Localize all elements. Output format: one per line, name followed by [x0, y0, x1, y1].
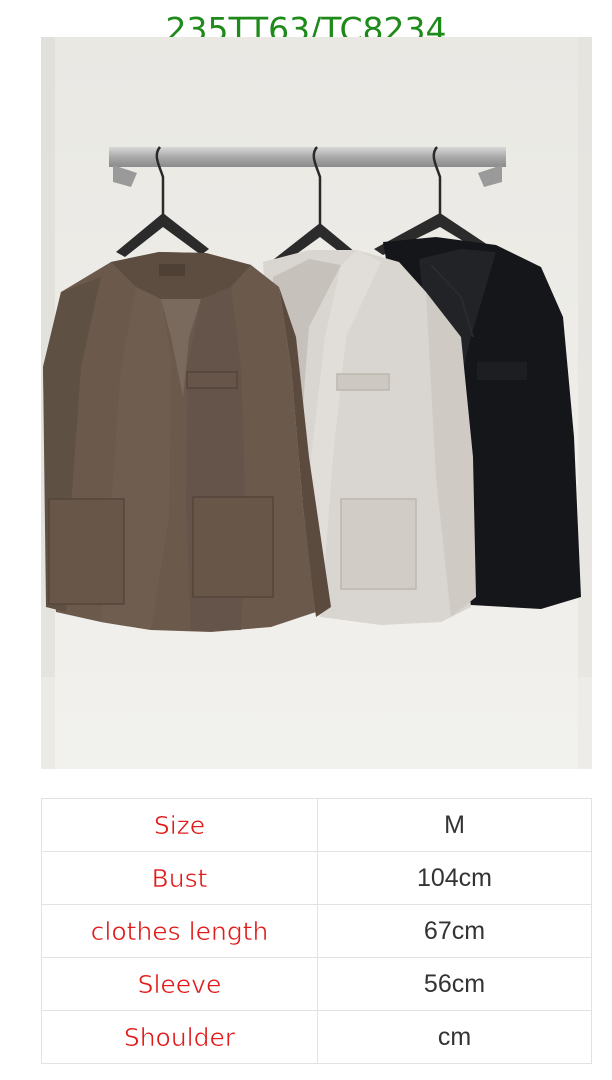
sleeve-label: Sleeve [41, 957, 318, 1011]
sleeve-value: 56cm [317, 957, 592, 1011]
table-row: Sleeve 56cm [41, 957, 592, 1011]
size-label: Size [41, 798, 318, 852]
table-row: Size M [41, 798, 592, 852]
shoulder-value: cm [317, 1010, 592, 1064]
size-value: M [317, 798, 592, 852]
product-photo [41, 37, 592, 769]
clothes-length-value: 67cm [317, 904, 592, 958]
table-row: Shoulder cm [41, 1010, 592, 1064]
table-row: Bust 104cm [41, 851, 592, 905]
table-row: clothes length 67cm [41, 904, 592, 958]
bust-value: 104cm [317, 851, 592, 905]
shoulder-label: Shoulder [41, 1010, 318, 1064]
clothes-length-label: clothes length [41, 904, 318, 958]
size-table: Size M Bust 104cm clothes length 67cm Sl… [41, 798, 592, 1064]
bust-label: Bust [41, 851, 318, 905]
